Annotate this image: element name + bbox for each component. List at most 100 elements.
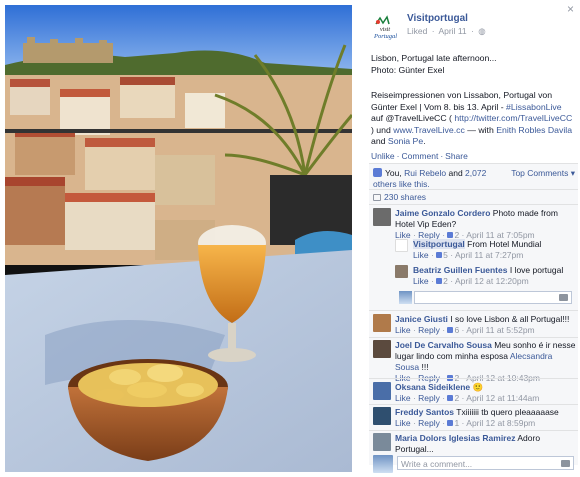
comment-text: I so love Lisbon & all Portugal!!! — [447, 314, 570, 324]
likes-you: You, — [385, 168, 405, 178]
comment-like-count[interactable]: 2 — [443, 276, 448, 286]
reply-input[interactable] — [414, 291, 572, 304]
post-description: Reiseimpressionen von Lissabon, Portugal… — [371, 90, 576, 148]
avatar[interactable] — [373, 382, 391, 400]
social-section: You, Rui Rebelo and 2,072 others like th… — [369, 163, 578, 465]
thumbs-up-icon — [447, 420, 454, 426]
avatar[interactable] — [373, 208, 391, 226]
liker-name-link[interactable]: Rui Rebelo — [404, 168, 446, 178]
avatar[interactable] — [373, 407, 391, 425]
comment-text-end: !!! — [419, 362, 429, 372]
avatar[interactable] — [395, 239, 408, 252]
comment-button[interactable]: Comment — [401, 151, 438, 161]
liked-status[interactable]: Liked — [407, 26, 427, 36]
thumbs-up-icon — [373, 168, 382, 177]
post-actions: Unlike · Comment · Share — [371, 151, 468, 161]
post-caption: Lisbon, Portugal late afternoon... Photo… — [371, 53, 576, 76]
thumbs-up-icon — [436, 252, 443, 258]
description-text-6: . — [423, 136, 426, 146]
likes-count-link[interactable]: 2,072 — [465, 168, 486, 178]
share-button[interactable]: Share — [445, 151, 468, 161]
divider — [369, 337, 578, 338]
globe-icon: ◍ — [478, 26, 486, 36]
avatar[interactable] — [373, 314, 391, 332]
reply-link[interactable]: Reply — [418, 325, 440, 335]
like-link[interactable]: Like — [395, 418, 411, 428]
hashtag-link[interactable]: #LissabonLive — [506, 102, 562, 112]
comment-like-count[interactable]: 1 — [454, 418, 459, 428]
camera-icon[interactable] — [561, 460, 570, 467]
comment-text: 🙂 — [470, 382, 484, 392]
comment-time[interactable]: April 12 at 12:20pm — [455, 276, 529, 286]
website-link[interactable]: www.TravelLive.cc — [393, 125, 465, 135]
page-name-link[interactable]: Visitportugal — [407, 13, 468, 24]
reply-link[interactable]: Reply — [418, 418, 440, 428]
comment-time[interactable]: April 11 at 5:52pm — [466, 325, 534, 335]
shares-count: 230 shares — [384, 192, 427, 202]
divider — [369, 378, 578, 379]
caption-line-2: Photo: Günter Exel — [371, 64, 445, 75]
caption-line-1: Lisbon, Portugal late afternoon... — [371, 53, 497, 63]
my-avatar — [373, 455, 393, 473]
top-comments-dropdown[interactable]: Top Comments ▾ — [511, 168, 575, 179]
share-icon — [373, 194, 381, 201]
likes-and: and — [446, 168, 466, 178]
avatar[interactable] — [395, 265, 408, 278]
description-text-5: and — [371, 136, 388, 146]
divider — [369, 189, 578, 190]
comment-text: Txiiiiiii tb quero pleaaaaase — [454, 407, 559, 417]
photo-viewer — [0, 0, 365, 477]
twitter-url-link[interactable]: http://twitter.com/TravelLiveCC — [454, 113, 572, 123]
comment-author[interactable]: Visitportugal — [413, 239, 465, 249]
page-logo[interactable]: visit Portugal — [371, 14, 407, 42]
comment-text: From Hotel Mundial — [464, 239, 542, 249]
photo-illustration — [5, 5, 352, 472]
avatar[interactable] — [373, 433, 391, 451]
comment-like-count[interactable]: 6 — [454, 325, 459, 335]
shares-link[interactable]: 230 shares — [373, 192, 426, 202]
description-text-3: ) und — [371, 124, 394, 135]
unlike-button[interactable]: Unlike — [371, 151, 395, 161]
svg-text:Portugal: Portugal — [373, 33, 397, 40]
comment-author[interactable]: Oksana Sideiklene — [395, 382, 470, 392]
divider — [369, 430, 578, 431]
comment-author[interactable]: Jaime Gonzalo Cordero — [395, 208, 490, 218]
comment-author[interactable]: Maria Dolors Iglesias Ramirez — [395, 433, 515, 443]
comment-author[interactable]: Janice Giusti — [395, 314, 448, 324]
thumbs-up-icon — [436, 278, 443, 284]
reply-link[interactable]: Reply — [418, 393, 440, 403]
avatar[interactable] — [373, 340, 391, 358]
description-text-4: — with — [464, 124, 497, 135]
comment-author[interactable]: Freddy Santos — [395, 407, 454, 417]
comment-author[interactable]: Joel De Carvalho Sousa — [395, 340, 492, 350]
likes-others-link[interactable]: others like this. — [373, 179, 430, 189]
divider — [369, 310, 578, 311]
tagged-person-2[interactable]: Sonia Pe — [388, 136, 423, 146]
comment-author[interactable]: Beatriz Guillen Fuentes — [413, 265, 507, 275]
post-photo[interactable] — [5, 5, 352, 472]
description-text-2: auf @TravelLiveCC ( — [371, 113, 455, 123]
write-comment-placeholder: Write a comment... — [401, 459, 473, 469]
visitportugal-logo-icon: visit Portugal — [373, 15, 397, 40]
like-link[interactable]: Like — [395, 325, 411, 335]
like-link[interactable]: Like — [413, 250, 429, 260]
thumbs-up-icon — [447, 232, 454, 238]
my-avatar — [399, 291, 412, 304]
comment-time[interactable]: April 12 at 8:59pm — [466, 418, 535, 428]
comment-like-count[interactable]: 2 — [454, 393, 459, 403]
post-details-panel: × visit Portugal Visitportugal Liked · A… — [365, 0, 580, 477]
divider — [369, 404, 578, 405]
tagged-person-1[interactable]: Enith Robles Davila — [496, 125, 572, 135]
thumbs-up-icon — [447, 327, 454, 333]
comment-time[interactable]: April 11 at 7:27pm — [455, 250, 523, 260]
thumbs-up-icon — [447, 395, 454, 401]
comment-like-count[interactable]: 5 — [443, 250, 448, 260]
write-comment-input[interactable]: Write a comment... — [397, 456, 574, 470]
post-date[interactable]: April 11 — [438, 26, 466, 36]
camera-icon[interactable] — [559, 294, 568, 301]
close-icon[interactable]: × — [567, 2, 574, 16]
divider — [369, 204, 578, 205]
comment-time[interactable]: April 12 at 11:44am — [466, 393, 539, 403]
like-link[interactable]: Like — [413, 276, 429, 286]
like-link[interactable]: Like — [395, 393, 411, 403]
